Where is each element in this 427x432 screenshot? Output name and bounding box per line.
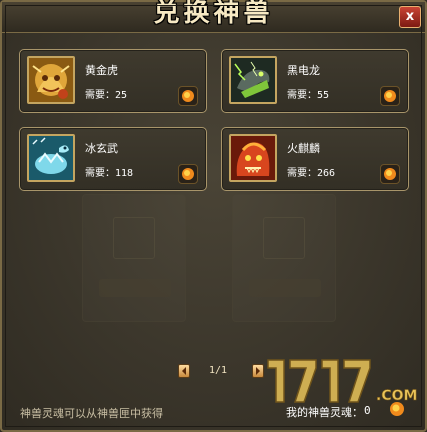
beast-cost: 需要：118 xyxy=(85,168,134,179)
empty-slot xyxy=(82,194,186,322)
beast-name: 黑电龙 xyxy=(287,64,320,77)
empty-slot-bar xyxy=(249,279,321,297)
my-soul-value: 0 xyxy=(364,404,371,417)
empty-slot-frame xyxy=(263,217,305,259)
arrow-right-icon xyxy=(256,367,260,375)
empty-slot-frame xyxy=(113,217,155,259)
beast-name: 冰玄武 xyxy=(85,142,118,155)
beast-cost: 需要：266 xyxy=(287,168,336,179)
arrow-left-icon xyxy=(182,367,186,375)
beast-card-ice-black-tortoise[interactable]: 冰玄武 需要：118 xyxy=(19,127,207,191)
beast-cost: 需要：55 xyxy=(287,90,330,101)
beast-card-golden-tiger[interactable]: 黄金虎 需要：25 xyxy=(19,49,207,113)
title-bar: 兑换神兽 xyxy=(2,0,425,33)
page-indicator: 1/1 xyxy=(208,365,228,376)
ice-black-tortoise-portrait xyxy=(27,134,75,182)
beast-card-fire-qilin[interactable]: 火麒麟 需要：266 xyxy=(221,127,409,191)
prev-page-button[interactable] xyxy=(178,364,190,378)
golden-tiger-portrait xyxy=(27,56,75,104)
soul-orb-icon xyxy=(388,400,406,418)
my-soul-label: 我的神兽灵魂： xyxy=(286,406,363,419)
soul-source-hint: 神兽灵魂可以从神兽匣中获得 xyxy=(20,407,163,420)
soul-orb-icon[interactable] xyxy=(380,164,400,184)
beast-cost: 需要：25 xyxy=(85,90,128,101)
dialog-title: 兑换神兽 xyxy=(153,0,274,28)
empty-slot xyxy=(232,194,336,322)
fire-qilin-portrait xyxy=(229,134,277,182)
exchange-beast-dialog: 兑换神兽 x 黄金虎 需要：25 黑电龙 需要：55 冰玄武 需要：118 火麒… xyxy=(0,0,427,432)
beast-card-black-lightning-dragon[interactable]: 黑电龙 需要：55 xyxy=(221,49,409,113)
soul-orb-icon[interactable] xyxy=(178,86,198,106)
black-lightning-dragon-portrait xyxy=(229,56,277,104)
beast-name: 火麒麟 xyxy=(287,142,320,155)
empty-slot-bar xyxy=(99,279,171,297)
soul-orb-icon[interactable] xyxy=(380,86,400,106)
next-page-button[interactable] xyxy=(252,364,264,378)
soul-orb-icon[interactable] xyxy=(178,164,198,184)
beast-name: 黄金虎 xyxy=(85,64,118,77)
close-button[interactable]: x xyxy=(399,6,421,28)
